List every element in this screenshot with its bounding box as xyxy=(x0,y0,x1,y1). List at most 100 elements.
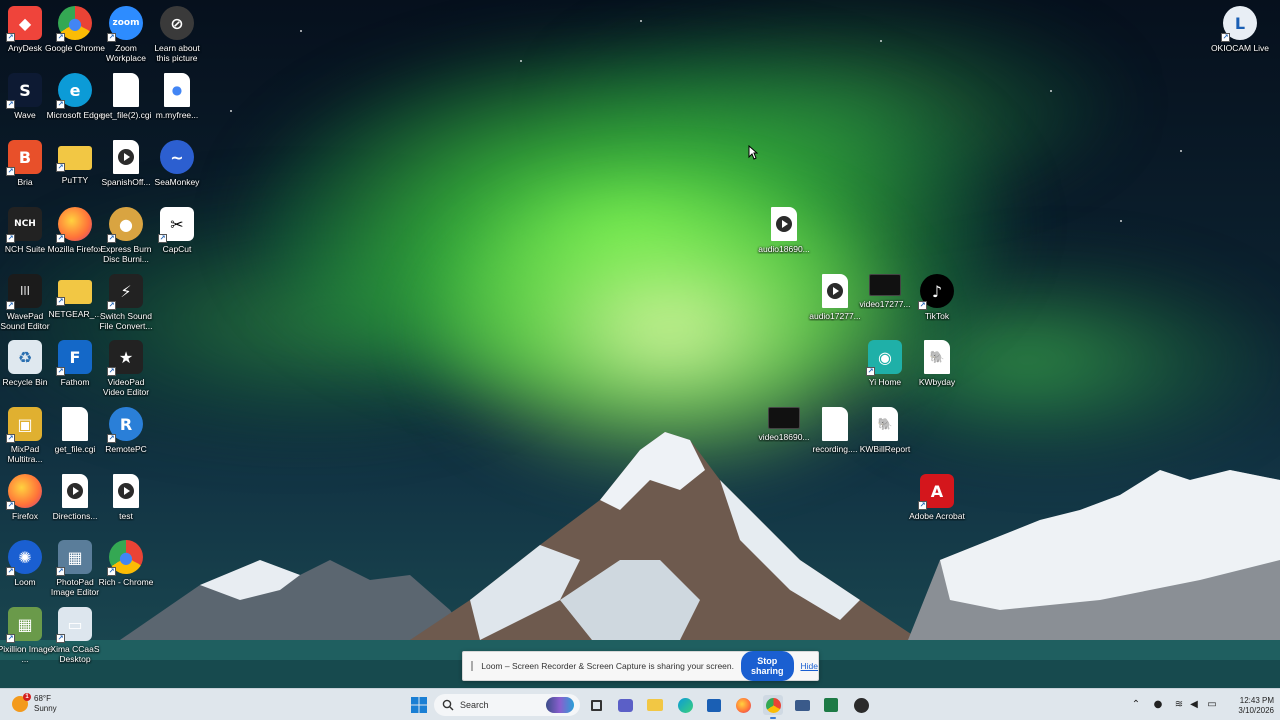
shortcut-arrow-icon: ↗ xyxy=(918,501,927,510)
desktop-icon-learn-about-picture[interactable]: ⊘ Learn about this picture xyxy=(147,4,207,63)
desktop-icon-adobe-acrobat[interactable]: A ↗ Adobe Acrobat xyxy=(907,472,967,521)
chrome-taskbar-button[interactable] xyxy=(763,695,783,719)
desktop-icon-label: test xyxy=(119,511,133,521)
shortcut-arrow-icon: ↗ xyxy=(56,367,65,376)
file-icon xyxy=(113,73,139,107)
okiocam-icon: L ↗ xyxy=(1221,6,1257,42)
desktop-icon-remotepc[interactable]: R ↗ RemotePC xyxy=(96,405,156,454)
taskbar-search-box[interactable]: Search xyxy=(434,694,580,716)
notification-badge: 1 xyxy=(23,693,31,701)
media-player-button[interactable] xyxy=(851,695,871,715)
desktop-icon-tiktok[interactable]: ♪ ↗ TikTok xyxy=(907,272,967,321)
desktop-icon-chrome-profile[interactable]: ● ↗ Rich - Chrome xyxy=(96,538,156,587)
speaker-icon[interactable]: ◀ xyxy=(1188,699,1200,711)
teams-button[interactable] xyxy=(615,695,635,715)
desktop-icon-label: KWBillReport xyxy=(859,444,911,454)
express-burn-icon: ● ↗ xyxy=(107,207,143,243)
kw-php-file-icon: 🐘 xyxy=(924,340,950,374)
shortcut-arrow-icon: ↗ xyxy=(6,33,15,42)
wifi-icon[interactable]: ≋ xyxy=(1173,699,1185,711)
teams-icon xyxy=(617,698,633,712)
chevron-up-icon[interactable]: ⌃ xyxy=(1130,699,1142,711)
stop-sharing-button[interactable]: Stop sharing xyxy=(741,651,794,681)
shortcut-arrow-icon: ↗ xyxy=(107,434,116,443)
firefox-taskbar-button[interactable] xyxy=(733,695,753,715)
shortcut-arrow-icon: ↗ xyxy=(6,234,15,243)
firefox-icon: ↗ xyxy=(56,207,92,243)
task-view-icon xyxy=(590,699,602,711)
desktop-icon-capcut[interactable]: ✂ ↗ CapCut xyxy=(147,205,207,254)
desktop-icon-yi-home[interactable]: ◉ ↗ Yi Home xyxy=(855,338,915,387)
file-icon xyxy=(62,407,88,441)
mixpad-icon: ▣ ↗ xyxy=(6,407,42,443)
weather-widget[interactable]: 1 68°F Sunny xyxy=(12,693,57,714)
desktop-icon-seamonkey[interactable]: ~ SeaMonkey xyxy=(147,138,207,187)
desktop-icon-label: RemotePC xyxy=(105,444,147,454)
shortcut-arrow-icon: ↗ xyxy=(56,634,65,643)
video-file-icon xyxy=(768,407,800,429)
desktop-icon-video-file[interactable]: video17277... xyxy=(855,272,915,309)
audio-file-icon xyxy=(822,274,848,308)
shortcut-arrow-icon: ↗ xyxy=(56,234,65,243)
clock-time: 12:43 PM xyxy=(1239,696,1274,705)
loom-sharing-bar: Loom – Screen Recorder & Screen Capture … xyxy=(462,651,819,681)
pixillion-icon: ▦ ↗ xyxy=(6,607,42,643)
desktop-icon-audio-file[interactable]: test xyxy=(96,472,156,521)
excel-button[interactable] xyxy=(821,695,841,715)
zoom-icon: zoom ↗ xyxy=(107,6,143,42)
active-indicator xyxy=(770,717,776,719)
shortcut-arrow-icon: ↗ xyxy=(56,100,65,109)
hide-link[interactable]: Hide xyxy=(801,661,818,671)
weather-description: Sunny xyxy=(34,704,57,713)
search-icon xyxy=(442,699,454,711)
yi-home-icon: ◉ ↗ xyxy=(866,340,902,376)
desktop-icon-chrome-html[interactable]: ● m.myfree... xyxy=(147,71,207,120)
clock[interactable]: 12:43 PM 3/10/2026 xyxy=(1222,696,1274,716)
desktop-icon-okiocam[interactable]: L ↗ OKIOCAM Live xyxy=(1210,4,1270,53)
shortcut-arrow-icon: ↗ xyxy=(56,297,65,306)
store-button[interactable] xyxy=(704,695,724,715)
desktop-icon-xima[interactable]: ▭ ↗ Xima CCaaS Desktop xyxy=(45,605,105,664)
drag-handle-icon[interactable] xyxy=(471,661,474,671)
chrome-html-icon: ● xyxy=(164,73,190,107)
bria-icon: B ↗ xyxy=(6,140,42,176)
shortcut-arrow-icon: ↗ xyxy=(56,163,65,172)
shortcut-arrow-icon: ↗ xyxy=(107,234,116,243)
shortcut-arrow-icon: ↗ xyxy=(6,567,15,576)
switch-converter-icon: ⚡ ↗ xyxy=(107,274,143,310)
desktop-icon-kw-php-file[interactable]: 🐘 KWbyday xyxy=(907,338,967,387)
task-view-button[interactable] xyxy=(586,695,606,715)
edge-icon xyxy=(677,697,693,713)
shortcut-arrow-icon: ↗ xyxy=(6,100,15,109)
remote-desktop-button[interactable] xyxy=(792,695,812,715)
desktop-icon-label: Rich - Chrome xyxy=(98,577,154,587)
file-explorer-button[interactable] xyxy=(645,695,665,715)
chrome-icon: ● ↗ xyxy=(56,6,92,42)
desktop-icon-videopad[interactable]: ★ ↗ VideoPad Video Editor xyxy=(96,338,156,397)
start-button[interactable] xyxy=(409,695,429,715)
desktop-icon-label: audio18690... xyxy=(758,244,810,254)
desktop-icon-label: TikTok xyxy=(924,311,950,321)
shortcut-arrow-icon: ↗ xyxy=(158,234,167,243)
windows-icon xyxy=(411,697,427,713)
remote-desktop-icon xyxy=(794,699,810,711)
learn-about-picture-icon: ⊘ xyxy=(160,6,194,40)
shortcut-arrow-icon: ↗ xyxy=(107,567,116,576)
microphone-icon[interactable]: ● xyxy=(1152,699,1164,711)
edge-icon: e ↗ xyxy=(56,73,92,109)
shortcut-arrow-icon: ↗ xyxy=(56,33,65,42)
edge-taskbar-button[interactable] xyxy=(675,695,695,715)
photopad-icon: ▦ ↗ xyxy=(56,540,92,576)
shortcut-arrow-icon: ↗ xyxy=(107,33,116,42)
shortcut-arrow-icon: ↗ xyxy=(56,567,65,576)
desktop-icon-kw-php-file[interactable]: 🐘 KWBillReport xyxy=(855,405,915,454)
desktop-icon-label: SeaMonkey xyxy=(154,177,200,187)
desktop-icon-audio-file[interactable]: audio18690... xyxy=(754,205,814,254)
anydesk-icon: ◆ ↗ xyxy=(6,6,42,42)
shortcut-arrow-icon: ↗ xyxy=(866,367,875,376)
battery-icon[interactable]: ▭ xyxy=(1206,699,1218,711)
desktop-icon-label: OKIOCAM Live xyxy=(1210,43,1270,53)
store-icon xyxy=(707,698,721,712)
shortcut-arrow-icon: ↗ xyxy=(6,167,15,176)
desktop-icon-switch-converter[interactable]: ⚡ ↗ Switch Sound File Convert... xyxy=(96,272,156,331)
